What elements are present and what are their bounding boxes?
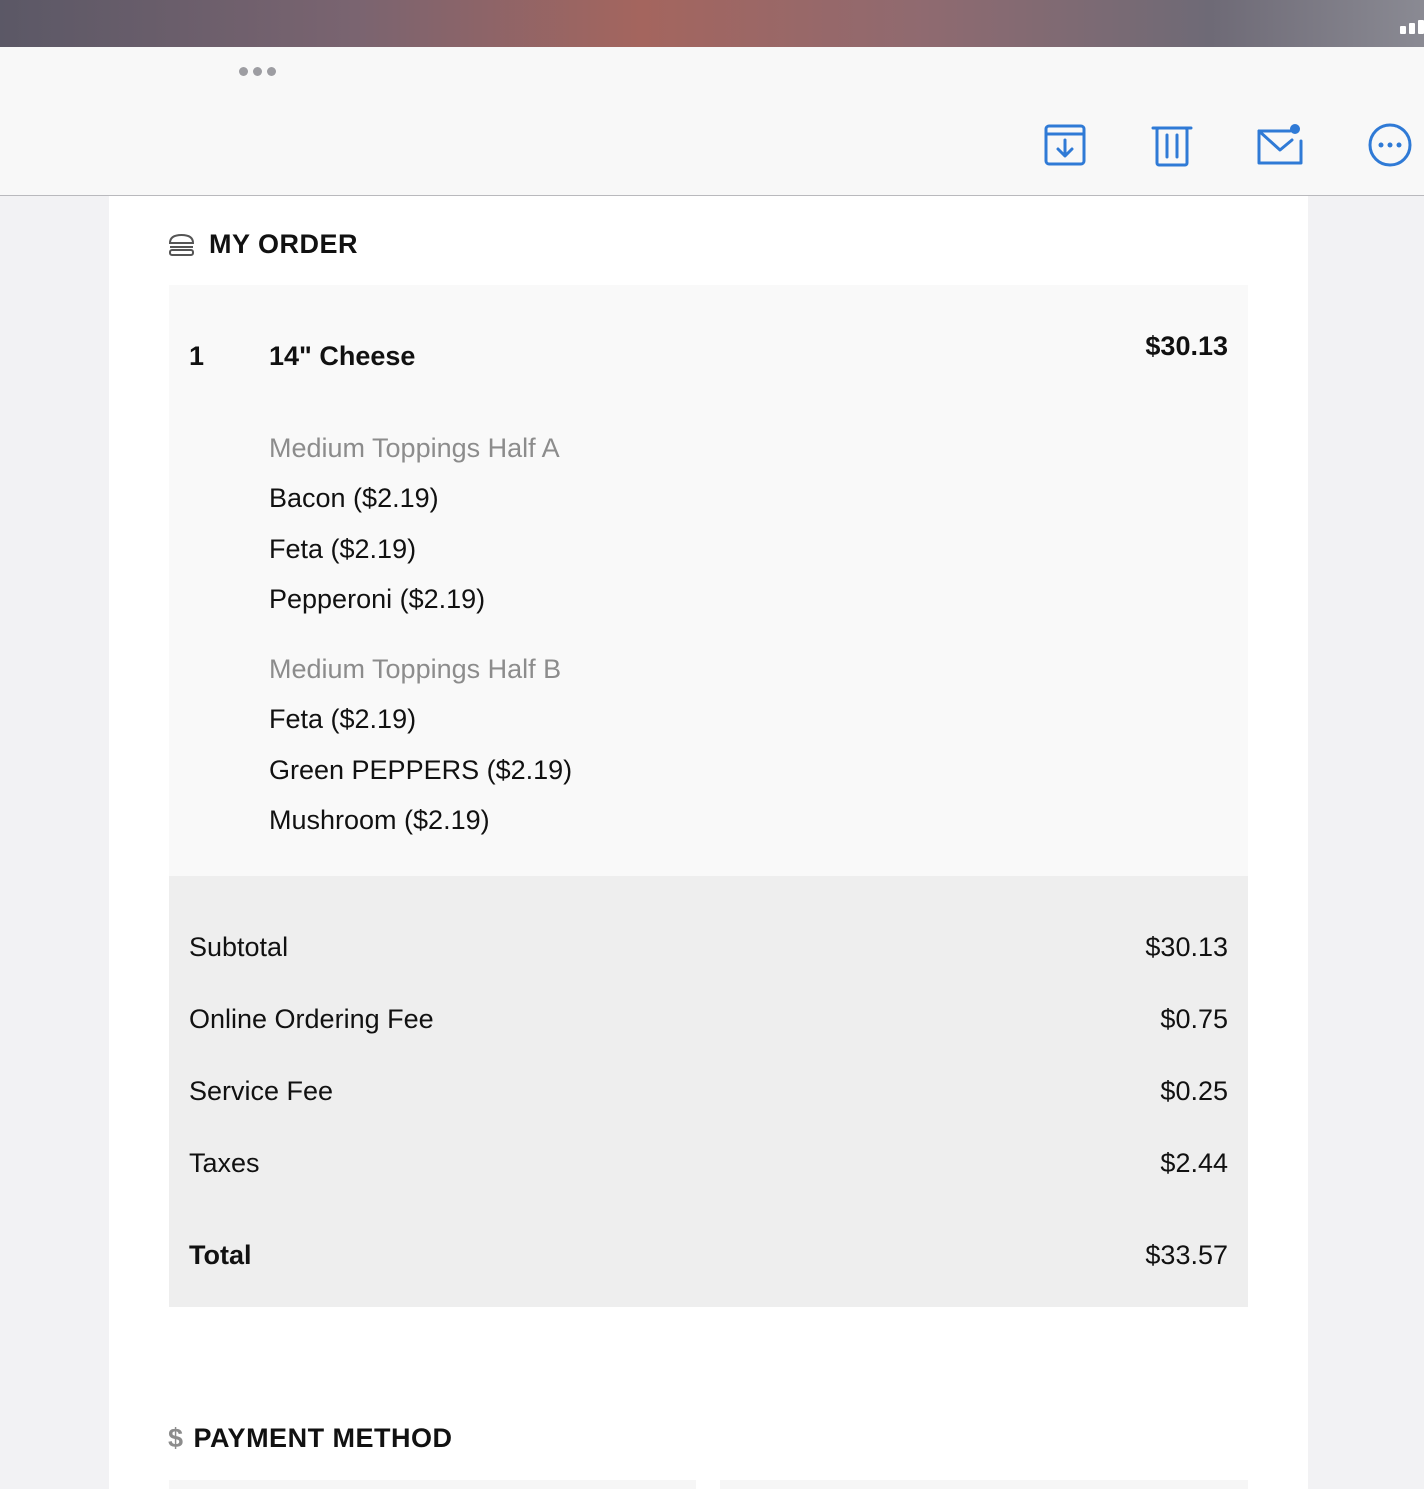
signal-icon [1400,20,1424,34]
item-name: 14" Cheese [269,341,416,371]
mail-toolbar [0,47,1424,196]
totals-row-subtotal: Subtotal $30.13 [189,932,1228,963]
totals-label: Taxes [189,1148,260,1178]
totals-value: $2.44 [1160,1148,1228,1178]
trash-icon[interactable] [1150,123,1194,167]
modifier-option: Bacon ($2.19) [269,483,439,513]
totals-label: Subtotal [189,932,289,962]
my-order-heading: MY ORDER [168,229,358,260]
totals-value: $0.75 [1160,1004,1228,1034]
status-bar [0,0,1424,47]
totals-label: Online Ordering Fee [189,1004,434,1034]
modifier-option: Green PEPPERS ($2.19) [269,754,573,785]
totals-row-taxes: Taxes $2.44 [189,1148,1228,1179]
totals-row-total: Total $33.57 [189,1240,1228,1271]
item-price: $30.13 [1145,331,1228,361]
burger-icon [168,233,195,257]
modifier-group-title: Medium Toppings Half A [269,433,560,463]
modifier-group-title: Medium Toppings Half B [269,654,562,684]
totals-row-online-fee: Online Ordering Fee $0.75 [189,1004,1228,1035]
modifier-option: Feta ($2.19) [269,533,417,564]
order-item-card: 1 14" Cheese $30.13 Medium Toppings Half… [169,285,1248,876]
mail-icon[interactable] [1256,123,1304,167]
my-order-title: MY ORDER [209,229,359,259]
payment-method-heading: $ PAYMENT METHOD [168,1423,453,1454]
item-quantity: 1 [189,341,205,371]
modifier-group-half-a: Medium Toppings Half A Bacon ($2.19) Fet… [269,433,560,635]
modifier-group-half-b: Medium Toppings Half B Feta ($2.19) Gree… [269,654,572,856]
modifier-option: Feta ($2.19) [269,704,417,734]
payment-box-right [720,1480,1248,1489]
totals-row-service-fee: Service Fee $0.25 [189,1076,1228,1107]
archive-icon[interactable] [1043,123,1087,167]
payment-method-title: PAYMENT METHOD [193,1423,453,1453]
totals-value: $0.25 [1160,1076,1228,1106]
more-icon[interactable] [1367,122,1413,168]
totals-label: Total [189,1240,252,1270]
totals-label: Service Fee [189,1076,334,1106]
modifier-option: Mushroom ($2.19) [269,805,490,835]
multitasking-handle[interactable] [239,67,276,76]
payment-box-left [169,1480,696,1489]
totals-value: $33.57 [1145,1240,1228,1270]
modifier-option: Pepperoni ($2.19) [269,584,486,614]
order-totals: Subtotal $30.13 Online Ordering Fee $0.7… [169,876,1248,1307]
totals-value: $30.13 [1145,932,1228,962]
email-body: MY ORDER 1 14" Cheese $30.13 Medium Topp… [109,196,1308,1489]
dollar-icon: $ [168,1423,184,1453]
